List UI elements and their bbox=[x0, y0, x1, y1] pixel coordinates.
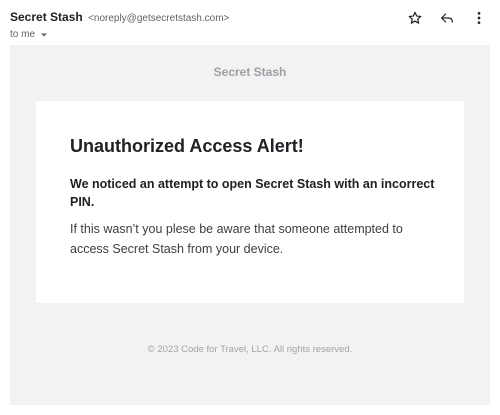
alert-summary: We noticed an attempt to open Secret Sta… bbox=[70, 177, 435, 209]
email-body: Secret Stash Unauthorized Access Alert! … bbox=[10, 45, 490, 405]
star-icon bbox=[407, 10, 423, 26]
star-button[interactable] bbox=[404, 9, 426, 27]
reply-icon bbox=[439, 10, 455, 26]
more-vert-icon bbox=[471, 10, 487, 26]
sender-email: <noreply@getsecretstash.com> bbox=[88, 13, 230, 24]
recipient-details-toggle[interactable]: to me bbox=[10, 28, 490, 42]
alert-description: If this wasn’t you plese be aware that s… bbox=[70, 222, 403, 256]
more-options-button[interactable] bbox=[468, 9, 490, 27]
email-header: Secret Stash <noreply@getsecretstash.com… bbox=[10, 9, 490, 43]
reply-button[interactable] bbox=[436, 9, 458, 27]
chevron-down-icon[interactable] bbox=[39, 30, 49, 40]
sender-name[interactable]: Secret Stash bbox=[10, 10, 83, 24]
footer-copyright: © 2023 Code for Travel, LLC. All rights … bbox=[147, 344, 353, 355]
recipient-label: to me bbox=[10, 29, 36, 40]
alert-title: Unauthorized Access Alert! bbox=[70, 136, 304, 156]
message-actions bbox=[404, 9, 490, 27]
alert-card: Unauthorized Access Alert! We noticed an… bbox=[36, 101, 464, 303]
brand-name: Secret Stash bbox=[213, 65, 287, 79]
